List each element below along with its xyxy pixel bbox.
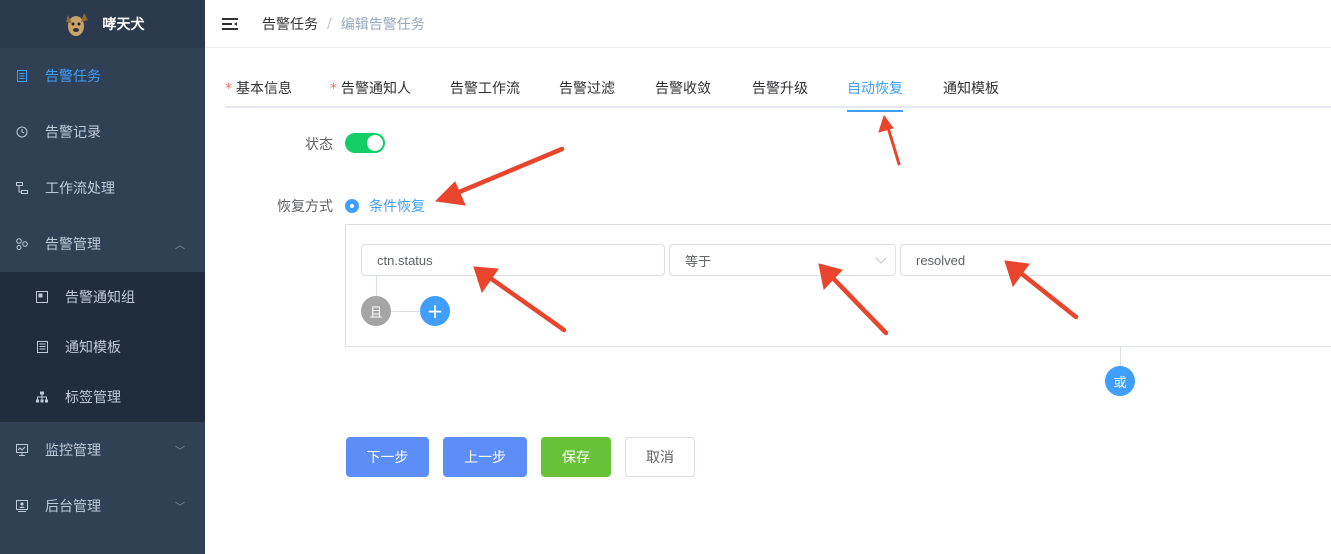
submenu-alert-management: 告警通知组 通知模板 标签管理	[0, 272, 205, 422]
menu-toggle-icon[interactable]	[222, 17, 238, 31]
tab-label: 告警收敛	[655, 81, 711, 97]
tab-label: 告警升级	[752, 81, 808, 97]
recovery-radio-condition[interactable]: 条件恢复	[345, 196, 425, 216]
condition-group	[345, 224, 1331, 347]
tab-notifier[interactable]: * 告警通知人	[330, 78, 411, 108]
logo: 哮天犬	[0, 0, 205, 48]
app-title: 哮天犬	[102, 17, 145, 33]
tab-label: 告警通知人	[341, 81, 411, 97]
breadcrumb-current: 编辑告警任务	[340, 16, 425, 33]
or-node[interactable]: 或	[1105, 366, 1135, 396]
group-icon	[36, 291, 48, 303]
radio-dot	[345, 199, 359, 213]
value-text: resolved	[916, 252, 966, 268]
required-mark: *	[330, 81, 337, 97]
breadcrumb-item[interactable]: 告警任务	[262, 14, 318, 34]
connector-line	[376, 276, 377, 296]
operator-select[interactable]: 等于	[669, 244, 896, 276]
condition-value-input[interactable]: resolved	[900, 244, 1331, 276]
operator-value: 等于	[685, 253, 712, 269]
field-value: ctn.status	[377, 252, 433, 268]
and-label: 且	[369, 305, 383, 321]
prev-step-button[interactable]: 上一步	[443, 437, 527, 477]
tab-converge[interactable]: 告警收敛	[655, 78, 711, 108]
switch-knob	[367, 135, 383, 151]
save-button[interactable]: 保存	[541, 437, 611, 477]
sidebar-item-label: 通知模板	[65, 340, 121, 356]
condition-field-input[interactable]: ctn.status	[361, 244, 665, 276]
connector-line	[1120, 347, 1121, 367]
sidebar-item-alert-task[interactable]: 告警任务	[0, 48, 205, 104]
sidebar-item-notify-group[interactable]: 告警通知组	[0, 272, 205, 322]
dog-logo-icon	[61, 9, 91, 39]
sidebar-item-label: 后台管理	[45, 499, 101, 515]
chevron-down-icon	[875, 252, 887, 264]
sidebar-item-label: 告警记录	[45, 125, 101, 141]
tab-basic-info[interactable]: * 基本信息	[225, 78, 292, 108]
sidebar-item-monitor-management[interactable]: 监控管理 ﹀	[0, 422, 205, 478]
header: 告警任务 / 编辑告警任务	[205, 0, 1331, 48]
next-step-button[interactable]: 下一步	[346, 437, 429, 477]
tab-escalate[interactable]: 告警升级	[752, 78, 808, 108]
tab-label: 通知模板	[943, 81, 999, 97]
add-condition-button[interactable]: +	[420, 296, 450, 326]
sidebar-item-label: 监控管理	[45, 443, 101, 459]
tab-label: 告警工作流	[450, 81, 520, 97]
sidebar-item-label: 工作流处理	[45, 181, 115, 197]
sidebar-item-label: 告警任务	[45, 69, 101, 85]
sidebar-item-alert-management[interactable]: 告警管理 ︿	[0, 216, 205, 272]
plus-icon: +	[426, 299, 444, 323]
workflow-icon	[16, 182, 28, 194]
admin-icon	[16, 500, 28, 512]
document-icon	[16, 70, 28, 82]
cluster-icon	[16, 238, 28, 250]
cancel-button[interactable]: 取消	[625, 437, 695, 477]
sidebar-item-alert-record[interactable]: 告警记录	[0, 104, 205, 160]
and-node[interactable]: 且	[361, 296, 391, 326]
sidebar-item-label: 标签管理	[65, 390, 121, 406]
tab-label: 告警过滤	[559, 81, 615, 97]
tab-notify-template[interactable]: 通知模板	[943, 78, 999, 108]
breadcrumb-separator: /	[327, 15, 332, 32]
clock-icon	[16, 126, 28, 138]
status-switch[interactable]	[345, 133, 385, 153]
chevron-down-icon: ﹀	[175, 446, 185, 458]
sidebar-item-notify-template[interactable]: 通知模板	[0, 322, 205, 372]
tab-label: 自动恢复	[847, 81, 903, 97]
chevron-up-icon: ︿	[175, 240, 185, 252]
step-tabs: * 基本信息 * 告警通知人 告警工作流 告警过滤 告警收敛 告警升级 自动恢复 通…	[225, 74, 1331, 112]
connector-line	[391, 311, 421, 312]
required-mark: *	[225, 81, 232, 97]
chevron-down-icon: ﹀	[175, 502, 185, 514]
tree-icon	[36, 391, 48, 403]
sidebar-item-label: 告警管理	[45, 237, 101, 253]
sidebar-item-workflow[interactable]: 工作流处理	[0, 160, 205, 216]
tab-workflow[interactable]: 告警工作流	[450, 78, 520, 108]
tab-filter[interactable]: 告警过滤	[559, 78, 615, 108]
tab-auto-recover[interactable]: 自动恢复	[847, 78, 903, 112]
monitor-icon	[16, 444, 28, 456]
tab-label: 基本信息	[236, 81, 292, 97]
radio-label: 条件恢复	[369, 199, 425, 215]
template-icon	[36, 341, 48, 353]
status-label: 状态	[305, 137, 333, 153]
sidebar-item-label: 告警通知组	[65, 290, 135, 306]
recovery-method-label: 恢复方式	[277, 199, 333, 215]
sidebar: 哮天犬 告警任务 告警记录 工作流处理 告警管理 ︿ 告警通知组 通知模板 标签…	[0, 0, 205, 554]
sidebar-item-admin[interactable]: 后台管理 ﹀	[0, 478, 205, 534]
or-label: 或	[1113, 375, 1127, 391]
sidebar-item-tag-management[interactable]: 标签管理	[0, 372, 205, 422]
